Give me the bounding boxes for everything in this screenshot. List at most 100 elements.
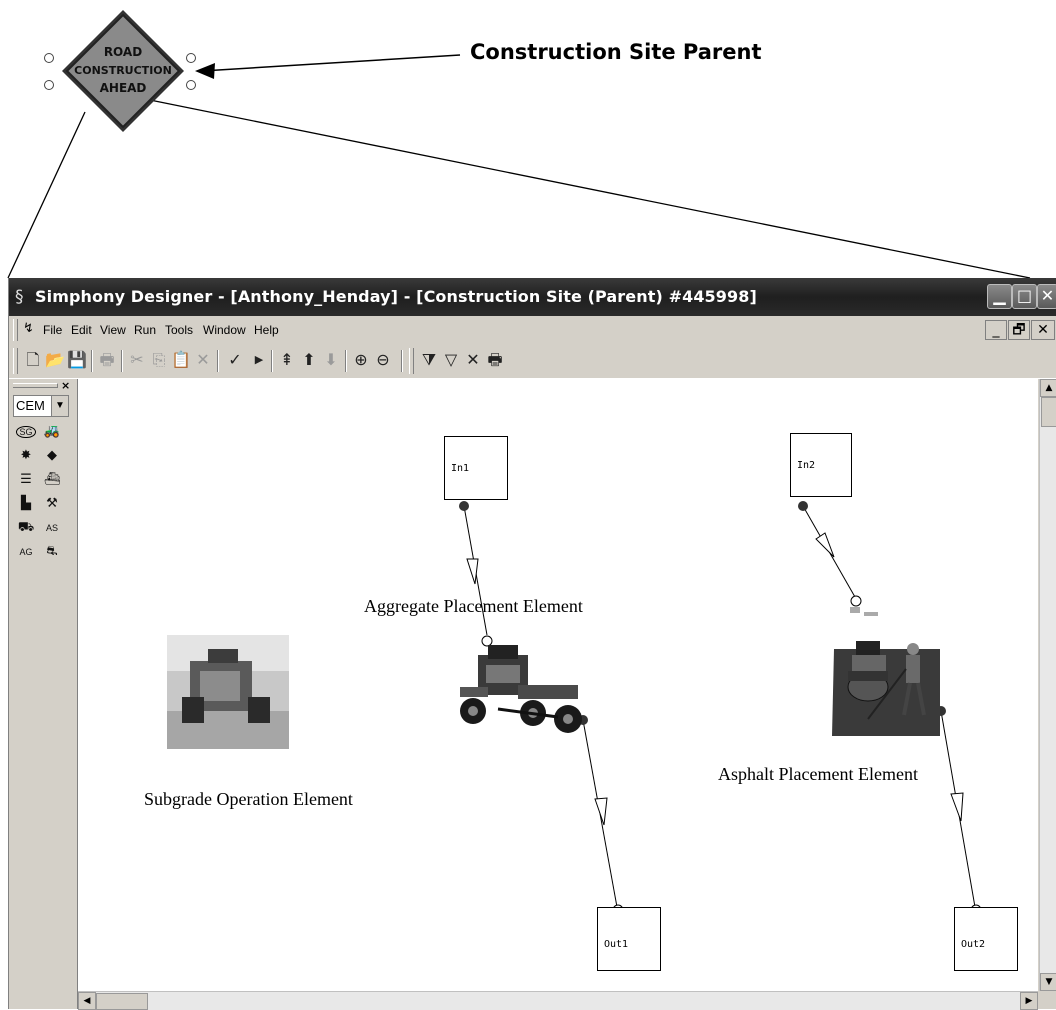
model-canvas[interactable]: In1 In2 Out1 Out2 Aggregate Placement El… [78,379,1038,991]
vertical-scroll-thumb[interactable] [1041,397,1056,427]
port-label: Out1 [604,939,629,950]
app-icon: § [15,287,24,307]
selection-handle[interactable] [186,53,196,63]
tractor-icon[interactable]: ⛐ [41,543,63,561]
sign-line-3: AHEAD [100,81,147,95]
filter-icon[interactable]: ▽ [441,350,461,370]
sign-line-2: CONSTRUCTION [74,64,172,77]
selection-handle[interactable] [186,80,196,90]
connection-arrow [815,532,835,558]
mdi-close-button[interactable]: ✕ [1031,320,1055,340]
grader-image [460,645,582,733]
template-palette: × CEM ▼ SG 🚜 ✸ ◆ ☰ ⛴ ▙ ⚒ ⛟ AS AG ⛐ [9,379,78,1009]
chevron-down-icon[interactable]: ▼ [51,396,68,416]
aggregate-placement-label[interactable]: Aggregate Placement Element [364,596,583,617]
scroll-left-arrow-icon[interactable]: ◀ [78,992,96,1010]
vertical-scrollbar[interactable]: ▲ ▼ [1039,379,1056,991]
document-icon[interactable]: ↯ [23,321,34,336]
open-icon[interactable]: 📂 [45,350,65,370]
check-icon[interactable]: ✓ [225,350,245,370]
road-construction-sign[interactable]: ROAD CONSTRUCTION AHEAD [60,8,186,134]
menu-view[interactable]: View [100,323,126,337]
output-port-in2 [798,501,808,511]
truck-icon[interactable]: ⛟ [15,519,37,537]
connection-arrow [466,558,479,585]
print-trace-icon[interactable]: 🖶 [485,350,505,370]
menubar-grip[interactable] [13,319,18,341]
mdi-restore-button[interactable]: 🗗 [1008,320,1030,340]
subgrade-operation-image [167,635,289,749]
menu-file[interactable]: File [43,323,62,337]
sign-line-1: ROAD [104,45,142,59]
menu-help[interactable]: Help [254,323,279,337]
palette-grip[interactable] [13,383,58,388]
template-select[interactable]: CEM ▼ [13,395,69,417]
horizontal-scroll-thumb[interactable] [96,993,148,1010]
grader-icon[interactable]: ⚒ [41,495,63,513]
input-port-aggregate [481,635,493,647]
horizontal-scrollbar[interactable]: ◀ ▶ [78,991,1038,1010]
subgrade-operation-label[interactable]: Subgrade Operation Element [144,789,353,810]
copy-icon[interactable]: ⎘ [149,350,169,370]
scroll-down-arrow-icon[interactable]: ▼ [1040,973,1056,991]
window-title: Simphony Designer - [Anthony_Henday] - [… [35,287,757,306]
filter-edit-icon[interactable]: ⧩ [419,350,439,370]
title-bar[interactable]: § Simphony Designer - [Anthony_Henday] -… [9,278,1056,316]
connection-lines [167,501,982,916]
port-in1[interactable]: In1 [444,436,508,500]
toolbar-grip[interactable] [409,348,414,374]
up-icon[interactable]: ⬆ [299,350,319,370]
port-label: In2 [797,460,816,471]
selection-handle[interactable] [44,53,54,63]
minimize-button[interactable]: ▁ [987,284,1012,309]
paste-icon[interactable]: 📋 [171,350,191,370]
dozer-icon[interactable]: ▙ [15,495,37,513]
toolbar: 🗋 📂 💾 🖶 ✂ ⎘ 📋 ✕ ✓ ▶ ⇞ ⬆ ⬇ ⊕ ⊖ ⧩ ▽ ✕ 🖶 [9,344,1056,379]
toolbar-separator [217,350,219,372]
up-top-icon[interactable]: ⇞ [277,350,297,370]
port-out2[interactable]: Out2 [954,907,1018,971]
asphalt-roller-image [832,607,940,736]
mdi-minimize-button[interactable]: _ [985,320,1007,340]
scroll-right-arrow-icon[interactable]: ▶ [1020,992,1038,1010]
menu-tools[interactable]: Tools [165,323,193,337]
maximize-button[interactable]: □ [1012,284,1037,309]
layers-icon[interactable]: ☰ [15,471,37,489]
menu-bar: ↯ File Edit View Run Tools Window Help _… [9,316,1056,344]
toolbar-grip[interactable] [13,348,18,374]
toolbar-separator [401,350,403,372]
port-label: In1 [451,463,470,474]
template-select-value: CEM [16,398,45,413]
save-icon[interactable]: 💾 [67,350,87,370]
menu-window[interactable]: Window [203,323,246,337]
delete-icon[interactable]: ✕ [193,350,213,370]
zoom-out-icon[interactable]: ⊖ [373,350,393,370]
new-icon[interactable]: 🗋 [23,350,43,370]
run-icon[interactable]: ▶ [249,350,269,370]
simphony-designer-window: § Simphony Designer - [Anthony_Henday] -… [8,278,1056,1010]
palette-close-icon[interactable]: × [61,379,70,392]
diamond-icon[interactable]: ◆ [41,447,63,465]
zoom-in-icon[interactable]: ⊕ [351,350,371,370]
connection-arrow [950,792,964,822]
ag-icon[interactable]: AG [15,543,37,561]
print-icon[interactable]: 🖶 [97,350,117,370]
loader-icon[interactable]: 🚜 [41,423,63,441]
asphalt-placement-label[interactable]: Asphalt Placement Element [718,764,918,785]
menu-edit[interactable]: Edit [71,323,92,337]
toolbar-separator [271,350,273,372]
as-icon[interactable]: AS [41,519,63,537]
port-out1[interactable]: Out1 [597,907,661,971]
port-in2[interactable]: In2 [790,433,852,497]
clear-icon[interactable]: ✕ [463,350,483,370]
menu-run[interactable]: Run [134,323,156,337]
sg-icon[interactable]: SG [15,423,37,441]
scroll-up-arrow-icon[interactable]: ▲ [1040,379,1056,397]
cut-icon[interactable]: ✂ [127,350,147,370]
port-label: Out2 [961,939,986,950]
close-button[interactable]: ✕ [1037,284,1056,309]
down-icon[interactable]: ⬇ [321,350,341,370]
spreader-icon[interactable]: ✸ [15,447,37,465]
selection-handle[interactable] [44,80,54,90]
paver-icon[interactable]: ⛴ [41,471,63,489]
